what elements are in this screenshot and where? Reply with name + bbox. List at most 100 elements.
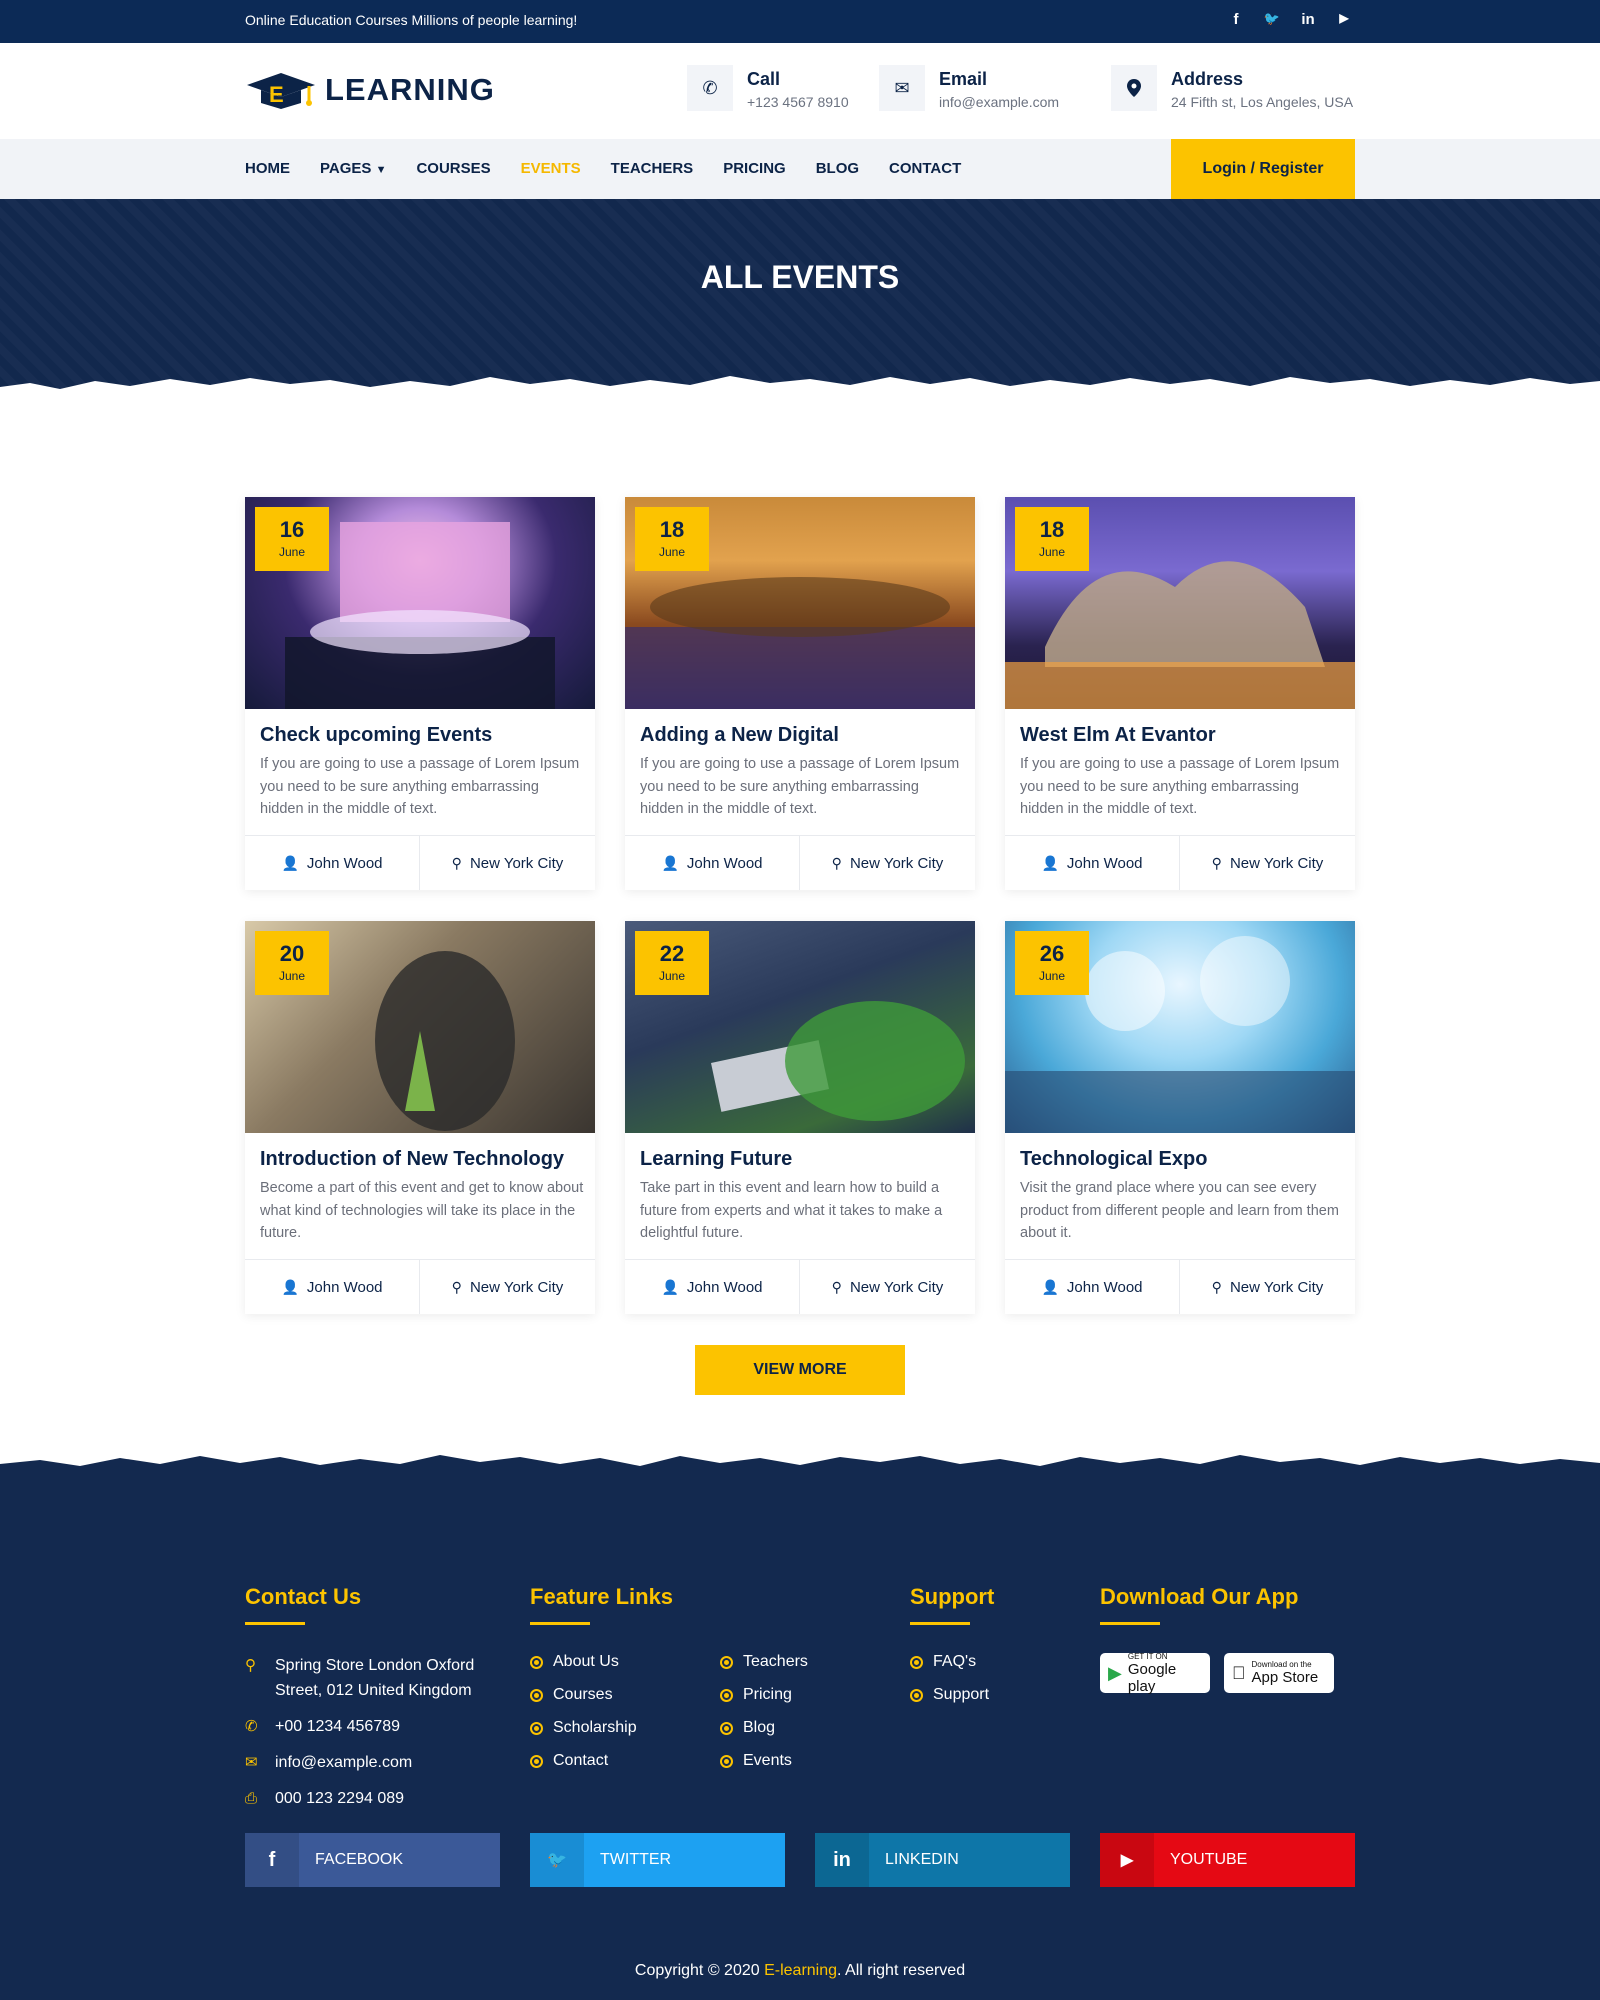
linkedin-icon[interactable]: in [1297, 11, 1319, 28]
footer-link[interactable]: Pricing [720, 1686, 808, 1704]
nav-pages[interactable]: PAGES ▼ [320, 160, 386, 177]
linkedin-button[interactable]: in LINKEDIN [815, 1833, 1070, 1887]
bullet-icon [530, 1755, 543, 1768]
header-address: Address 24 Fifth st, Los Angeles, USA [1111, 65, 1353, 111]
event-location: ⚲ New York City [420, 1260, 595, 1314]
footer-link[interactable]: Courses [530, 1686, 720, 1704]
event-title[interactable]: Adding a New Digital [640, 724, 839, 747]
event-card[interactable]: 26 June Technological Expo Visit the gra… [1005, 921, 1355, 1314]
map-pin-icon [1111, 65, 1157, 111]
footer-fax: ⎙ 000 123 2294 089 [245, 1786, 505, 1811]
copyright-brand-link[interactable]: E-learning [764, 1962, 837, 1979]
address-label: Address [1171, 69, 1244, 89]
event-month: June [278, 545, 306, 559]
event-day: 20 [279, 941, 305, 966]
youtube-button[interactable]: ▶ YOUTUBE [1100, 1833, 1355, 1887]
event-meta: 👤 John Wood ⚲ New York City [245, 835, 595, 890]
event-location: ⚲ New York City [800, 1260, 975, 1314]
footer-link[interactable]: FAQ's [910, 1653, 994, 1671]
footer-link[interactable]: Contact [530, 1752, 720, 1770]
footer-contact-heading: Contact Us [245, 1584, 362, 1609]
event-card[interactable]: 18 June West Elm At Evantor If you are g… [1005, 497, 1355, 890]
site-logo[interactable]: E LEARNING [245, 71, 495, 109]
footer-phone: ✆ +00 1234 456789 [245, 1714, 505, 1739]
page-banner: ALL EVENTS [0, 199, 1600, 399]
youtube-icon[interactable]: ▶ [1333, 11, 1355, 28]
event-title[interactable]: West Elm At Evantor [1020, 724, 1216, 747]
event-card[interactable]: 18 June Adding a New Digital If you are … [625, 497, 975, 890]
map-pin-icon: ⚲ [1211, 854, 1222, 871]
heading-underline [245, 1622, 305, 1625]
event-description: Visit the grand place where you can see … [1020, 1180, 1339, 1241]
event-title[interactable]: Learning Future [640, 1148, 792, 1171]
nav-home[interactable]: HOME [245, 160, 290, 177]
nav-courses[interactable]: COURSES [416, 160, 490, 177]
facebook-icon[interactable]: f [1225, 11, 1247, 28]
nav-events[interactable]: EVENTS [521, 160, 581, 177]
event-author: 👤 John Wood [625, 1260, 800, 1314]
event-description: Become a part of this event and get to k… [260, 1180, 584, 1241]
twitter-icon[interactable]: 🐦 [1261, 11, 1283, 28]
facebook-icon: f [245, 1833, 299, 1887]
event-author: 👤 John Wood [1005, 1260, 1180, 1314]
event-meta: 👤 John Wood ⚲ New York City [1005, 835, 1355, 890]
map-pin-icon: ⚲ [245, 1657, 256, 1674]
phone-icon: ✆ [687, 65, 733, 111]
app-store-button[interactable]:  Download on the App Store [1224, 1653, 1334, 1693]
footer-link[interactable]: Blog [720, 1719, 808, 1737]
google-play-button[interactable]: ▶ GET IT ON Google play [1100, 1652, 1210, 1695]
footer-email: ✉ info@example.com [245, 1750, 505, 1775]
nav-pricing[interactable]: PRICING [723, 160, 786, 177]
footer-link[interactable]: Scholarship [530, 1719, 720, 1737]
nav-blog[interactable]: BLOG [816, 160, 859, 177]
footer-phone-text[interactable]: +00 1234 456789 [275, 1714, 400, 1739]
call-value[interactable]: +123 4567 8910 [747, 94, 849, 110]
email-label: Email [939, 69, 988, 89]
torn-paper-edge [0, 1455, 1600, 1484]
heading-underline [910, 1622, 970, 1625]
event-meta: 👤 John Wood ⚲ New York City [625, 1259, 975, 1314]
footer-feature-links: Feature Links About Us Courses Scholarsh… [530, 1584, 808, 1785]
event-location-name: New York City [849, 854, 944, 872]
nav-teachers[interactable]: TEACHERS [611, 160, 694, 177]
event-card[interactable]: 16 June Check upcoming Events If you are… [245, 497, 595, 890]
torn-paper-edge [0, 376, 1600, 399]
event-title[interactable]: Introduction of New Technology [260, 1148, 564, 1171]
event-author: 👤 John Wood [245, 836, 420, 890]
fax-icon: ⎙ [245, 1790, 258, 1807]
user-icon: 👤 [281, 854, 299, 871]
youtube-label: YOUTUBE [1170, 1851, 1248, 1868]
footer-link[interactable]: Events [720, 1752, 808, 1770]
footer-email-text[interactable]: info@example.com [275, 1750, 412, 1775]
facebook-button[interactable]: f FACEBOOK [245, 1833, 500, 1887]
login-register-button[interactable]: Login / Register [1171, 139, 1355, 199]
view-more-button[interactable]: VIEW MORE [695, 1345, 905, 1395]
footer-app: Download Our App [1100, 1584, 1298, 1625]
bullet-icon [720, 1722, 733, 1735]
event-card[interactable]: 22 June Learning Future Take part in thi… [625, 921, 975, 1314]
event-month: June [658, 545, 686, 559]
event-location-name: New York City [469, 1278, 564, 1296]
footer-link-label: Courses [553, 1686, 613, 1703]
youtube-icon: ▶ [1100, 1833, 1154, 1887]
footer-link[interactable]: About Us [530, 1653, 720, 1671]
event-day: 16 [279, 517, 305, 542]
email-value[interactable]: info@example.com [939, 94, 1059, 110]
event-title[interactable]: Check upcoming Events [260, 724, 492, 747]
event-month: June [278, 969, 306, 983]
nav-contact[interactable]: CONTACT [889, 160, 961, 177]
event-date-badge: 18 June [1015, 507, 1089, 571]
event-author-name: John Wood [306, 1278, 383, 1296]
footer-link-label: Pricing [743, 1686, 792, 1703]
event-card[interactable]: 20 June Introduction of New Technology B… [245, 921, 595, 1314]
footer-address-text: Spring Store London Oxford Street, 012 U… [275, 1657, 475, 1699]
graduation-cap-icon: E [245, 71, 323, 109]
footer-link-label: Teachers [743, 1653, 808, 1670]
footer-link[interactable]: Teachers [720, 1653, 808, 1671]
twitter-button[interactable]: 🐦 TWITTER [530, 1833, 785, 1887]
copyright-prefix: Copyright © 2020 [634, 1962, 765, 1979]
event-title[interactable]: Technological Expo [1020, 1148, 1207, 1171]
event-location-name: New York City [1229, 854, 1324, 872]
footer-link[interactable]: Support [910, 1686, 994, 1704]
map-pin-icon: ⚲ [831, 854, 842, 871]
